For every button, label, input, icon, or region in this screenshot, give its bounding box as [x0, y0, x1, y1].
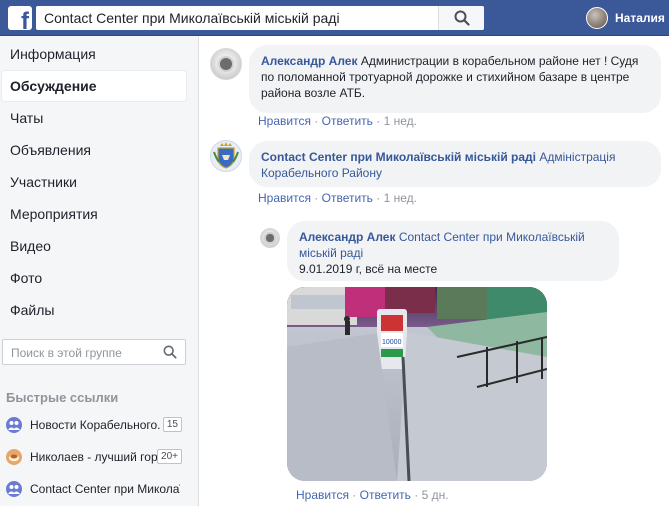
comment-author-link[interactable]: Contact Center при Миколаївській міській… [261, 150, 536, 164]
search-icon [454, 10, 470, 26]
comment-actions: Нравится · Ответить · 1 нед. [258, 114, 417, 128]
facebook-logo-icon[interactable]: f [8, 6, 32, 30]
comment-text: 9.01.2019 г, всё на месте [299, 262, 438, 276]
search-query-text: Contact Center при Миколаївській міській… [44, 10, 340, 26]
quick-link-count-badge: 15 [162, 417, 182, 432]
reply-link[interactable]: Ответить [322, 191, 373, 205]
comment-timestamp[interactable]: 1 нед. [384, 114, 417, 128]
nav-item-info[interactable]: Информация [2, 39, 186, 69]
reply-bubble: Александр Алек Contact Center при Микола… [287, 221, 619, 281]
group-left-sidebar: Информация Обсуждение Чаты Объявления Уч… [0, 36, 198, 506]
user-name-link[interactable]: Наталия [615, 11, 665, 25]
nav-item-discussion[interactable]: Обсуждение [2, 71, 186, 101]
quick-link-item[interactable]: Contact Center при Миколаївській міській… [6, 479, 186, 499]
group-search-input[interactable]: Поиск в этой группе [2, 339, 186, 365]
attached-photo[interactable]: 10000 [287, 287, 547, 481]
quick-link-count-badge: 20+ [157, 449, 182, 464]
food-icon [6, 449, 22, 465]
group-icon [6, 417, 22, 433]
group-icon [6, 481, 22, 497]
like-link[interactable]: Нравится [296, 488, 349, 502]
commenter-avatar[interactable] [210, 48, 242, 80]
nav-item-members[interactable]: Участники [2, 167, 186, 197]
quick-link-label: Новости Корабельного... [30, 418, 160, 432]
commenter-avatar[interactable] [210, 140, 242, 172]
svg-text:10000: 10000 [382, 339, 402, 346]
snowy-street-photo: 10000 [287, 287, 547, 481]
quick-link-item[interactable]: Николаев - лучший город... 20+ [6, 447, 186, 467]
comment-author-link[interactable]: Александр Алек [299, 230, 396, 244]
like-link[interactable]: Нравится [258, 191, 311, 205]
nav-item-chats[interactable]: Чаты [2, 103, 186, 133]
comment-timestamp[interactable]: 5 дн. [422, 488, 449, 502]
like-link[interactable]: Нравится [258, 114, 311, 128]
comment-timestamp[interactable]: 1 нед. [384, 191, 417, 205]
comment-author-link[interactable]: Александр Алек [261, 54, 358, 68]
quick-link-label: Николаев - лучший город... [30, 450, 160, 464]
comment-bubble: Contact Center при Миколаївській міській… [249, 141, 661, 187]
reply-link[interactable]: Ответить [322, 114, 373, 128]
comment-actions: Нравится · Ответить · 5 дн. [296, 488, 449, 502]
quick-link-label: Contact Center при Миколаївській міській… [30, 482, 180, 496]
nav-item-files[interactable]: Файлы [2, 295, 186, 325]
reply-link[interactable]: Ответить [360, 488, 411, 502]
city-crest-icon [213, 142, 239, 169]
global-search-input[interactable]: Contact Center при Миколаївській міській… [36, 6, 484, 30]
nav-item-photos[interactable]: Фото [2, 263, 186, 293]
nav-item-events[interactable]: Мероприятия [2, 199, 186, 229]
search-button[interactable] [438, 6, 484, 30]
search-icon[interactable] [163, 345, 177, 359]
commenter-avatar[interactable] [260, 228, 280, 248]
comment-actions: Нравится · Ответить · 1 нед. [258, 191, 417, 205]
comment-bubble: Александр Алек Администрации в корабельн… [249, 45, 661, 113]
top-navigation-bar: f Contact Center при Миколаївській міськ… [0, 0, 669, 36]
facebook-group-page: f Contact Center при Миколаївській міськ… [0, 0, 669, 506]
user-avatar[interactable] [586, 7, 608, 29]
quick-link-item[interactable]: Новости Корабельного... 15 [6, 415, 186, 435]
nav-item-announcements[interactable]: Объявления [2, 135, 186, 165]
nav-item-videos[interactable]: Видео [2, 231, 186, 261]
group-search-placeholder: Поиск в этой группе [11, 346, 122, 360]
quick-links-title: Быстрые ссылки [6, 390, 119, 405]
